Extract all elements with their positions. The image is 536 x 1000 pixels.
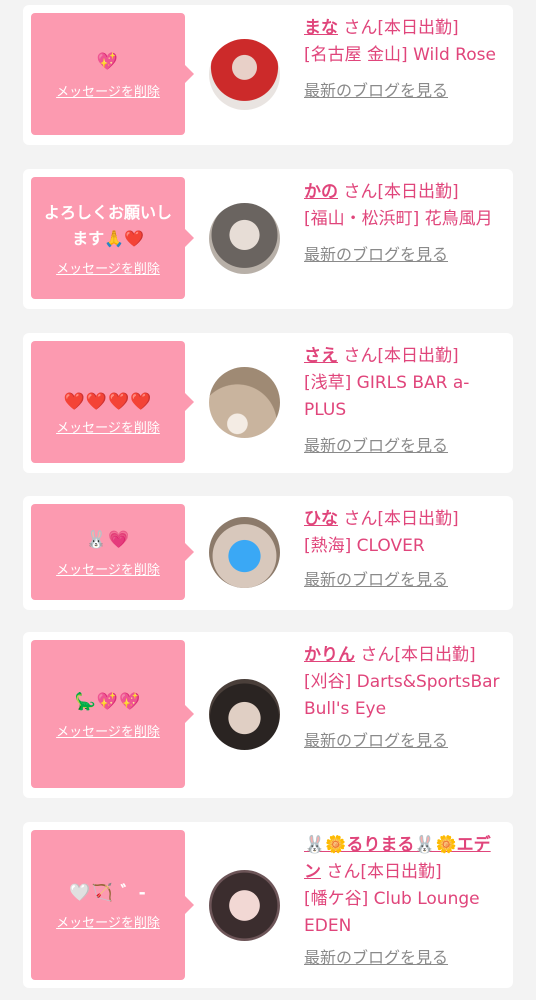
blog-link[interactable]: 最新のブログを見る bbox=[304, 566, 504, 593]
blog-link[interactable]: 最新のブログを見る bbox=[304, 432, 504, 459]
message-bubble: 🦕💖💖 メッセージを削除 bbox=[31, 640, 194, 788]
message-text: ❤️❤️❤️❤️ bbox=[63, 392, 153, 412]
message-card: 💖 メッセージを削除 まな さん[本日出勤] [名古屋 金山] Wild Ros… bbox=[23, 5, 513, 145]
profile-name-link[interactable]: ひな bbox=[304, 509, 338, 529]
blog-link[interactable]: 最新のブログを見る bbox=[304, 944, 504, 971]
profile-info: ひな さん[本日出勤] [熱海] CLOVER 最新のブログを見る bbox=[304, 506, 504, 593]
delete-message-link[interactable]: メッセージを削除 bbox=[56, 912, 160, 931]
profile-name-link[interactable]: まな bbox=[304, 18, 338, 38]
message-card: 🐰💗 メッセージを削除 ひな さん[本日出勤] [熱海] CLOVER 最新のブ… bbox=[23, 496, 513, 610]
delete-message-link[interactable]: メッセージを削除 bbox=[56, 81, 160, 100]
profile-name-link[interactable]: かりん bbox=[304, 645, 355, 665]
blog-link[interactable]: 最新のブログを見る bbox=[304, 241, 504, 268]
delete-message-link[interactable]: メッセージを削除 bbox=[56, 721, 160, 740]
profile-info: かりん さん[本日出勤] [刈谷] Darts&SportsBar Bull's… bbox=[304, 642, 504, 754]
message-text: よろしくお願いします🙏❤️ bbox=[43, 202, 172, 248]
message-card: 🦕💖💖 メッセージを削除 かりん さん[本日出勤] [刈谷] Darts&Spo… bbox=[23, 632, 513, 798]
blog-link[interactable]: 最新のブログを見る bbox=[304, 727, 504, 754]
attendance-label: さん[本日出勤] bbox=[360, 645, 476, 665]
message-bubble: 🐰💗 メッセージを削除 bbox=[31, 504, 194, 600]
profile-info: まな さん[本日出勤] [名古屋 金山] Wild Rose 最新のブログを見る bbox=[304, 15, 504, 104]
profile-info: 🐰🌼るりまる🐰🌼エデン さん[本日出勤] [幡ケ谷] Club Lounge E… bbox=[304, 832, 504, 971]
profile-name-link[interactable]: かの bbox=[304, 182, 338, 202]
delete-message-link[interactable]: メッセージを削除 bbox=[56, 258, 160, 277]
message-text: 🦕💖💖 bbox=[74, 691, 142, 712]
message-text: 💖 bbox=[96, 51, 120, 72]
avatar[interactable] bbox=[209, 679, 280, 750]
blog-link[interactable]: 最新のブログを見る bbox=[304, 77, 504, 104]
message-text: 🐰💗 bbox=[85, 529, 131, 550]
message-bubble: 💖 メッセージを削除 bbox=[31, 13, 194, 135]
message-bubble: ❤️❤️❤️❤️ bbox=[31, 341, 194, 463]
message-card: よろしくお願いします🙏❤️ メッセージを削除 かの さん[本日出勤] [福山・松… bbox=[23, 169, 513, 309]
message-bubble: 🤍🏹 ゛- メッセージを削除 bbox=[31, 830, 194, 980]
avatar[interactable] bbox=[209, 517, 280, 588]
shop-label: [幡ケ谷] Club Lounge EDEN bbox=[304, 889, 480, 936]
profile-info: かの さん[本日出勤] [福山・松浜町] 花鳥風月 最新のブログを見る bbox=[304, 179, 504, 268]
attendance-label: さん[本日出勤] bbox=[343, 346, 459, 366]
attendance-label: さん[本日出勤] bbox=[343, 18, 459, 38]
message-card: 🤍🏹 ゛- メッセージを削除 🐰🌼るりまる🐰🌼エデン さん[本日出勤] [幡ケ谷… bbox=[23, 822, 513, 988]
avatar[interactable] bbox=[209, 39, 280, 110]
shop-label: [名古屋 金山] Wild Rose bbox=[304, 45, 496, 65]
profile-name-link[interactable]: さえ bbox=[304, 346, 338, 366]
avatar[interactable] bbox=[209, 203, 280, 274]
avatar[interactable] bbox=[209, 870, 280, 941]
message-text: 🤍🏹 ゛- bbox=[69, 882, 147, 903]
profile-info: さえ さん[本日出勤] [浅草] GIRLS BAR a-PLUS 最新のブログ… bbox=[304, 343, 504, 459]
shop-label: [浅草] GIRLS BAR a-PLUS bbox=[304, 373, 470, 420]
shop-label: [福山・松浜町] 花鳥風月 bbox=[304, 209, 493, 229]
message-bubble: よろしくお願いします🙏❤️ メッセージを削除 bbox=[31, 177, 194, 299]
shop-label: [熱海] CLOVER bbox=[304, 536, 425, 556]
avatar[interactable] bbox=[209, 367, 280, 438]
delete-message-link[interactable]: メッセージを削除 bbox=[31, 417, 185, 436]
shop-label: [刈谷] Darts&SportsBar Bull's Eye bbox=[304, 672, 500, 719]
message-card: ❤️❤️❤️❤️ メッセージを削除 さえ さん[本日出勤] [浅草] GIRLS… bbox=[23, 333, 513, 473]
attendance-label: さん[本日出勤] bbox=[326, 862, 442, 882]
attendance-label: さん[本日出勤] bbox=[343, 182, 459, 202]
attendance-label: さん[本日出勤] bbox=[343, 509, 459, 529]
delete-message-link[interactable]: メッセージを削除 bbox=[56, 559, 160, 578]
